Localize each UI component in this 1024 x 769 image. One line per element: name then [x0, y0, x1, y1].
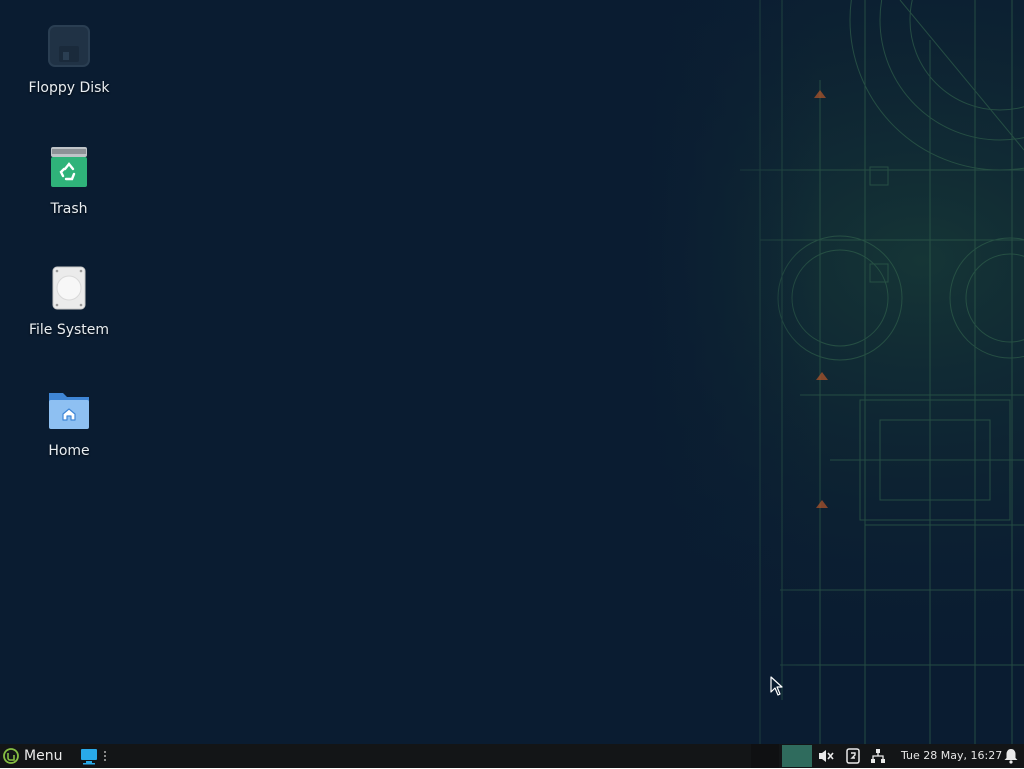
update-manager-icon[interactable]: [845, 748, 861, 764]
mouse-pointer-icon: [770, 676, 783, 696]
trash-icon: [51, 147, 87, 187]
home-folder-icon: [49, 393, 89, 429]
desktop-icon-home[interactable]: Home: [10, 385, 128, 495]
taskbar-empty-area: [751, 744, 779, 768]
show-desktop-icon: [81, 749, 106, 765]
wallpaper: [0, 0, 1024, 744]
workspace-switcher[interactable]: [782, 745, 812, 767]
menu-button[interactable]: Menu: [0, 744, 70, 768]
desktop[interactable]: Floppy Disk Trash File System Home: [0, 0, 1024, 744]
desktop-icon-label: File System: [28, 322, 110, 338]
desktop-icon-floppy-disk[interactable]: Floppy Disk: [10, 22, 128, 132]
volume-muted-icon[interactable]: [818, 748, 834, 764]
show-desktop-button[interactable]: [80, 747, 110, 765]
desktop-icon-label: Home: [48, 443, 90, 459]
network-icon[interactable]: [870, 748, 886, 764]
clock[interactable]: Tue 28 May, 16:27: [901, 744, 1002, 768]
desktop-icon-file-system[interactable]: File System: [10, 264, 128, 374]
floppy-disk-icon: [48, 25, 90, 67]
desktop-icon-trash[interactable]: Trash: [10, 143, 128, 253]
desktop-icon-label: Trash: [50, 201, 88, 217]
menu-label: Menu: [24, 748, 63, 764]
hard-drive-icon: [52, 266, 86, 310]
notifications-bell-icon[interactable]: [1003, 748, 1019, 764]
linux-mint-logo-icon: [3, 748, 19, 764]
desktop-icon-label: Floppy Disk: [28, 80, 110, 96]
taskbar: Menu Tue 28 May, 16:27: [0, 744, 1024, 768]
